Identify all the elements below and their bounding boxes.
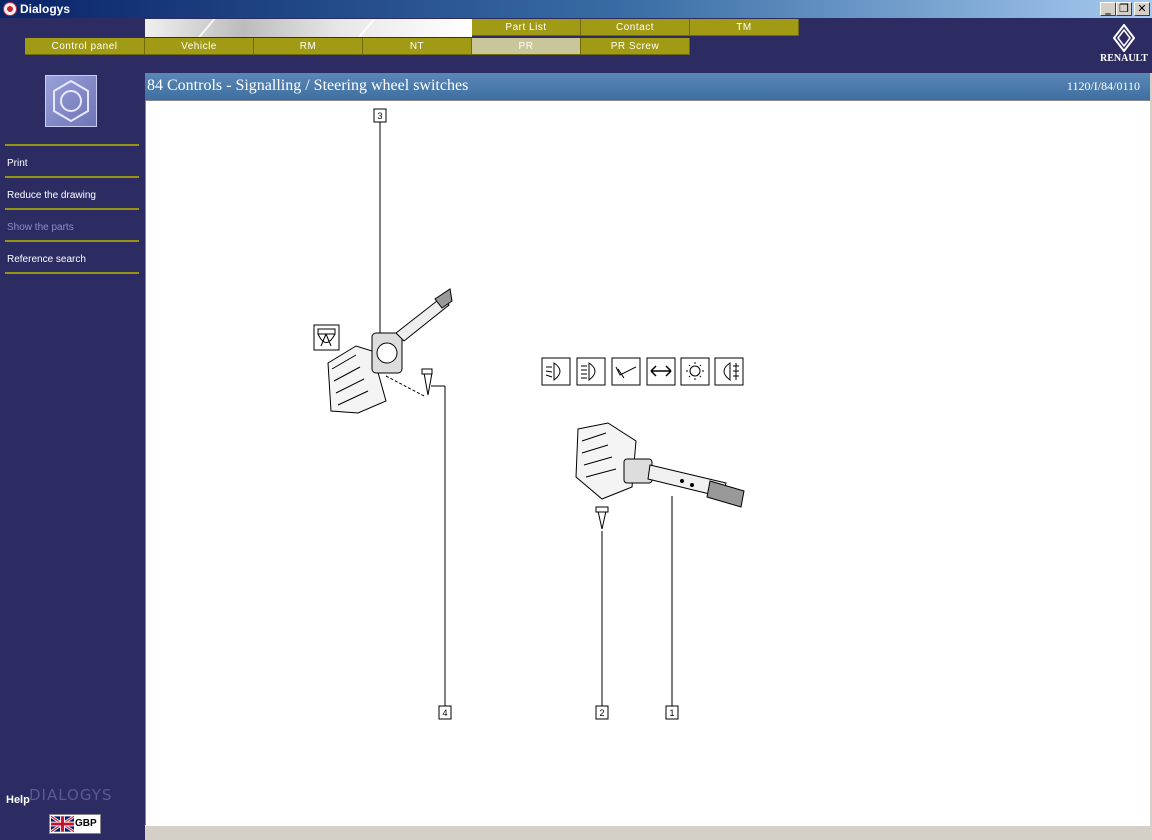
help-link[interactable]: Help <box>6 794 30 806</box>
document-reference: 1120/I/84/0110 <box>1066 79 1140 93</box>
restore-button[interactable]: ❐ <box>1116 2 1132 16</box>
app-window: Dialogys _ ❐ ✕ Part List Contact TM Cont… <box>0 0 1152 840</box>
page-title: 84 Controls - Signalling / Steering whee… <box>147 77 469 94</box>
menu-divider <box>5 272 139 274</box>
callout-4[interactable]: 4 <box>438 705 452 720</box>
tab-pr-screw[interactable]: PR Screw <box>581 38 690 55</box>
main-beam-icon <box>576 357 606 386</box>
parts-diagram: 3 4 2 1 <box>313 108 745 720</box>
tab-contact[interactable]: Contact <box>581 19 690 36</box>
uk-flag-icon <box>51 816 74 832</box>
language-selector[interactable]: GBP <box>49 814 101 834</box>
callout-2[interactable]: 2 <box>595 705 609 720</box>
menu-show-parts: Show the parts <box>5 208 139 239</box>
sidebar: Print Reduce the drawing Show the parts … <box>0 73 145 840</box>
tab-nt[interactable]: NT <box>363 38 472 55</box>
svg-text:2: 2 <box>599 708 604 718</box>
status-bar <box>145 825 1152 840</box>
app-icon <box>3 2 17 16</box>
horn-icon <box>611 357 641 386</box>
menu-reduce-drawing[interactable]: Reduce the drawing <box>5 176 139 207</box>
menu-print[interactable]: Print <box>5 144 139 175</box>
renault-logo: RENAULT <box>1098 24 1150 70</box>
lighting-switch-drawing <box>575 422 745 530</box>
tab-control-panel[interactable]: Control panel <box>25 38 145 55</box>
svg-text:4: 4 <box>442 708 447 718</box>
tab-part-list[interactable]: Part List <box>472 19 581 36</box>
language-code: GBP <box>75 818 97 829</box>
header-decoration <box>145 19 472 37</box>
direction-indicator-icon <box>646 357 676 386</box>
wiper-switch-drawing <box>327 288 453 414</box>
renault-diamond-icon <box>1113 24 1135 52</box>
side-light-icon <box>680 357 710 386</box>
tab-vehicle[interactable]: Vehicle <box>145 38 254 55</box>
rear-fog-light-icon <box>714 357 744 386</box>
dialogys-brand: DIALOGYS <box>29 786 113 804</box>
svg-text:1: 1 <box>669 708 674 718</box>
tab-pr[interactable]: PR <box>472 38 581 55</box>
svg-text:3: 3 <box>377 111 382 121</box>
tab-tm[interactable]: TM <box>690 19 799 36</box>
minimize-button[interactable]: _ <box>1100 2 1116 16</box>
callout-3[interactable]: 3 <box>373 108 387 123</box>
wiper-symbol-icon <box>313 324 340 351</box>
tab-rm[interactable]: RM <box>254 38 363 55</box>
hexagon-nut-icon <box>45 75 97 127</box>
window-title: Dialogys <box>20 2 71 16</box>
document-header: 84 Controls - Signalling / Steering whee… <box>145 73 1152 100</box>
close-button[interactable]: ✕ <box>1134 2 1150 16</box>
logo-text: RENAULT <box>1100 53 1148 64</box>
callout-1[interactable]: 1 <box>665 705 679 720</box>
menu-reference-search[interactable]: Reference search <box>5 240 139 271</box>
dipped-beam-icon <box>541 357 571 386</box>
header: Part List Contact TM Control panel Vehic… <box>0 18 1152 73</box>
exploded-drawing: 3 4 2 1 <box>145 100 1151 825</box>
title-bar: Dialogys _ ❐ ✕ <box>0 0 1152 18</box>
